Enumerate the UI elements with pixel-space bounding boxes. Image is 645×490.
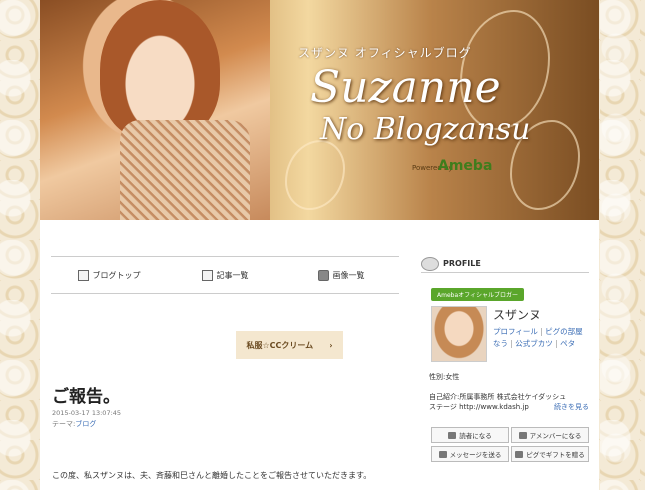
header-photo xyxy=(40,0,270,220)
ameba-logo[interactable]: Ameba xyxy=(438,158,492,174)
button-label: アメンバーになる xyxy=(529,432,582,440)
theme-label: テーマ: xyxy=(52,420,76,428)
profile-name: スザンヌ xyxy=(493,308,542,322)
post-title[interactable]: ご報告。 xyxy=(52,382,120,407)
camera-icon xyxy=(317,269,329,281)
bukatsu-link[interactable]: 公式ブカツ xyxy=(515,339,553,348)
nav-label: 記事一覧 xyxy=(216,270,249,280)
profile-link[interactable]: プロフィール xyxy=(493,327,538,336)
ameba-pig-icon xyxy=(421,256,439,271)
intro-line: 自己紹介:所属事務所 株式会社ケイダッシュ xyxy=(429,393,567,401)
avatar[interactable] xyxy=(431,306,487,362)
read-more-link[interactable]: 続きを見る xyxy=(554,402,589,412)
portrait-dress xyxy=(120,120,250,220)
profile-header: PROFILE xyxy=(421,255,589,273)
nav-article-list[interactable]: 記事一覧 xyxy=(167,269,283,281)
peta-link[interactable]: ペタ xyxy=(560,339,575,348)
profile-gender: 性別:女性 xyxy=(429,373,460,381)
sidebar: PROFILE Amebaオフィシャルブロガー スザンヌ プロフィール | ピグ… xyxy=(421,220,589,490)
featured-link-label: 私服☆CCクリーム xyxy=(246,340,314,350)
document-icon xyxy=(77,269,89,281)
now-link[interactable]: なう xyxy=(493,339,508,348)
member-icon xyxy=(518,431,527,439)
nav-image-list[interactable]: 画像一覧 xyxy=(283,269,399,281)
header-title-line2: No Blogzansu xyxy=(320,112,531,147)
list-icon xyxy=(201,269,213,281)
featured-link-button[interactable]: 私服☆CCクリーム › xyxy=(236,331,343,359)
nav-label: 画像一覧 xyxy=(332,270,365,280)
send-message-button[interactable]: メッセージを送る xyxy=(431,446,509,462)
nav-blog-top[interactable]: ブログトップ xyxy=(51,269,167,281)
become-reader-button[interactable]: 読者になる xyxy=(431,427,509,443)
post-body: この度、私スザンヌは、夫、斉藤和巳さんと離婚したことをご報告させていただきます。 xyxy=(52,471,372,480)
theme-link[interactable]: ブログ xyxy=(75,420,96,428)
official-blogger-badge: Amebaオフィシャルブロガー xyxy=(431,288,525,301)
button-label: 読者になる xyxy=(459,432,492,440)
post-date: 2015-03-17 13:07:45 xyxy=(52,409,122,417)
page-wrapper: スザンヌ オフィシャルブログ Suzanne No Blogzansu Powe… xyxy=(40,0,599,490)
reader-icon xyxy=(448,431,457,439)
profile-heading: PROFILE xyxy=(443,259,481,268)
profile-links: プロフィール | ピグの部屋 なう | 公式ブカツ | ペタ xyxy=(493,327,583,348)
nav-label: ブログトップ xyxy=(92,270,141,280)
mail-icon xyxy=(438,450,447,458)
post-theme: テーマ:ブログ xyxy=(52,419,96,429)
button-label: メッセージを送る xyxy=(449,451,502,459)
become-member-button[interactable]: アメンバーになる xyxy=(511,427,589,443)
portrait-face xyxy=(100,0,220,140)
button-label: ピグでギフトを贈る xyxy=(526,451,585,459)
pigg-room-link[interactable]: ピグの部屋 xyxy=(545,327,583,336)
send-gift-button[interactable]: ピグでギフトを贈る xyxy=(511,446,589,462)
gift-icon xyxy=(515,450,524,458)
blog-header-banner[interactable]: スザンヌ オフィシャルブログ Suzanne No Blogzansu Powe… xyxy=(40,0,599,220)
chevron-right-icon: › xyxy=(329,340,333,350)
main-content: ブログトップ 記事一覧 画像一覧 私服☆CCクリーム › ご報告。 2015-0… xyxy=(50,220,400,490)
blog-nav: ブログトップ 記事一覧 画像一覧 xyxy=(51,256,399,294)
paisley-ornament xyxy=(285,140,345,210)
header-title-line1: Suzanne xyxy=(310,62,501,113)
header-subtitle: スザンヌ オフィシャルブログ xyxy=(298,46,472,60)
